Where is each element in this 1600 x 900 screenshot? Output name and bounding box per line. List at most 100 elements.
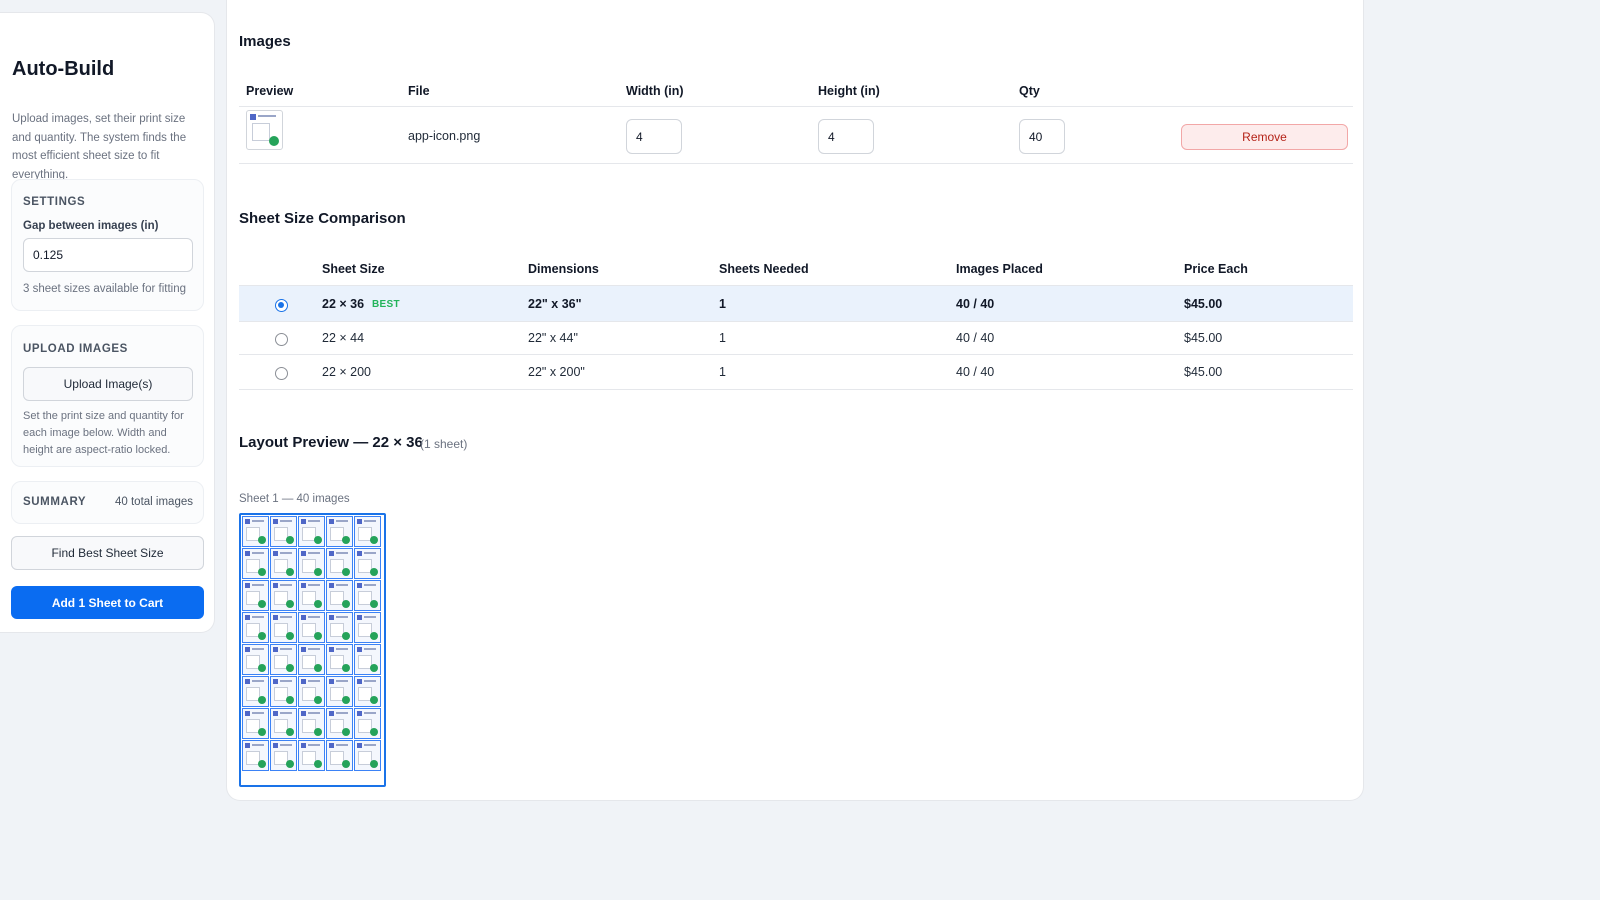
- placed-image-tile: [270, 580, 297, 611]
- placed-image-tile: [298, 676, 325, 707]
- dimensions-cell: 22" x 44": [528, 331, 578, 345]
- divider: [239, 354, 1353, 355]
- images-placed-cell: 40 / 40: [956, 331, 995, 345]
- image-file-name: app-icon.png: [408, 129, 481, 143]
- divider: [239, 106, 1353, 107]
- sheet-caption: Sheet 1 — 40 images: [239, 493, 350, 505]
- upload-heading: UPLOAD IMAGES: [23, 343, 128, 355]
- placed-image-tile: [298, 708, 325, 739]
- tile-grid: [242, 516, 381, 771]
- upload-images-button[interactable]: Upload Image(s): [23, 367, 193, 401]
- placed-image-tile: [326, 548, 353, 579]
- sheet-size-cell: 22 × 44: [322, 331, 365, 345]
- col-width: Width (in): [626, 84, 684, 98]
- remove-image-button[interactable]: Remove: [1181, 124, 1348, 150]
- summary-total: 40 total images: [115, 496, 193, 508]
- price-cell: $45.00: [1184, 365, 1223, 379]
- placed-image-tile: [326, 740, 353, 771]
- placed-image-tile: [326, 708, 353, 739]
- placed-image-tile: [242, 708, 269, 739]
- sidebar-title: Auto-Build: [12, 58, 115, 80]
- settings-heading: SETTINGS: [23, 196, 86, 208]
- image-thumbnail-icon: [246, 110, 283, 150]
- col-file: File: [408, 84, 430, 98]
- upload-hint: Set the print size and quantity for each…: [23, 410, 184, 456]
- gap-input[interactable]: [23, 238, 193, 272]
- placed-image-tile: [326, 676, 353, 707]
- placed-image-tile: [270, 548, 297, 579]
- find-best-sheet-button[interactable]: Find Best Sheet Size: [11, 536, 204, 570]
- sheets-needed-cell: 1: [719, 365, 726, 379]
- placed-image-tile: [298, 612, 325, 643]
- upload-card: UPLOAD IMAGES Upload Image(s) Set the pr…: [11, 325, 204, 467]
- divider: [239, 389, 1353, 390]
- col-qty: Qty: [1019, 84, 1040, 98]
- col-price-each: Price Each: [1184, 262, 1248, 276]
- placed-image-tile: [242, 580, 269, 611]
- placed-image-tile: [270, 516, 297, 547]
- placed-image-tile: [242, 548, 269, 579]
- placed-image-tile: [354, 516, 381, 547]
- placed-image-tile: [354, 740, 381, 771]
- placed-image-tile: [354, 612, 381, 643]
- dimensions-cell: 22" x 200": [528, 365, 585, 379]
- placed-image-tile: [242, 516, 269, 547]
- placed-image-tile: [242, 612, 269, 643]
- sheet-radio-22x200[interactable]: [275, 367, 288, 380]
- placed-image-tile: [298, 644, 325, 675]
- placed-image-tile: [270, 612, 297, 643]
- price-cell: $45.00: [1184, 297, 1223, 311]
- sheet-radio-22x44[interactable]: [275, 333, 288, 346]
- sheet-size-cell: 22 × 200: [322, 365, 372, 379]
- placed-image-tile: [270, 644, 297, 675]
- placed-image-tile: [270, 676, 297, 707]
- col-preview: Preview: [246, 84, 294, 98]
- summary-heading: SUMMARY: [23, 496, 87, 508]
- sidebar: Auto-Build Upload images, set their prin…: [0, 12, 215, 633]
- placed-image-tile: [354, 676, 381, 707]
- divider: [239, 321, 1353, 322]
- price-cell: $45.00: [1184, 331, 1223, 345]
- images-heading: Images: [239, 33, 291, 50]
- sheet-size-cell: 22 × 36: [322, 297, 365, 311]
- image-qty-input[interactable]: [1019, 119, 1065, 154]
- add-to-cart-button[interactable]: Add 1 Sheet to Cart: [11, 586, 204, 619]
- gap-label: Gap between images (in): [23, 220, 159, 232]
- image-width-input[interactable]: [626, 119, 682, 154]
- col-dimensions: Dimensions: [528, 262, 599, 276]
- divider: [239, 163, 1353, 164]
- layout-preview-sheet-count: (1 sheet): [420, 437, 468, 451]
- placed-image-tile: [354, 708, 381, 739]
- col-images-placed: Images Placed: [956, 262, 1043, 276]
- sheets-needed-cell: 1: [719, 331, 726, 345]
- placed-image-tile: [242, 644, 269, 675]
- main-panel: Images Preview File Width (in) Height (i…: [226, 0, 1364, 801]
- placed-image-tile: [354, 644, 381, 675]
- placed-image-tile: [298, 580, 325, 611]
- placed-image-tile: [270, 740, 297, 771]
- dimensions-cell: 22" x 36": [528, 297, 582, 311]
- sidebar-description: Upload images, set their print size and …: [12, 113, 187, 181]
- placed-image-tile: [298, 740, 325, 771]
- placed-image-tile: [242, 740, 269, 771]
- placed-image-tile: [354, 548, 381, 579]
- col-height: Height (in): [818, 84, 880, 98]
- image-height-input[interactable]: [818, 119, 874, 154]
- placed-image-tile: [242, 676, 269, 707]
- placed-image-tile: [326, 516, 353, 547]
- col-sheet-size: Sheet Size: [322, 262, 385, 276]
- placed-image-tile: [326, 644, 353, 675]
- col-sheets-needed: Sheets Needed: [719, 262, 809, 276]
- images-placed-cell: 40 / 40: [956, 297, 995, 311]
- sheet-preview: [239, 513, 386, 787]
- sheets-needed-cell: 1: [719, 297, 726, 311]
- images-placed-cell: 40 / 40: [956, 365, 995, 379]
- sheet-sizes-hint: 3 sheet sizes available for fitting: [23, 283, 187, 295]
- sheet-radio-22x36[interactable]: [275, 299, 288, 312]
- best-badge: BEST: [372, 299, 400, 310]
- placed-image-tile: [326, 580, 353, 611]
- placed-image-tile: [354, 580, 381, 611]
- placed-image-tile: [270, 708, 297, 739]
- placed-image-tile: [326, 612, 353, 643]
- summary-card: SUMMARY 40 total images: [11, 481, 204, 524]
